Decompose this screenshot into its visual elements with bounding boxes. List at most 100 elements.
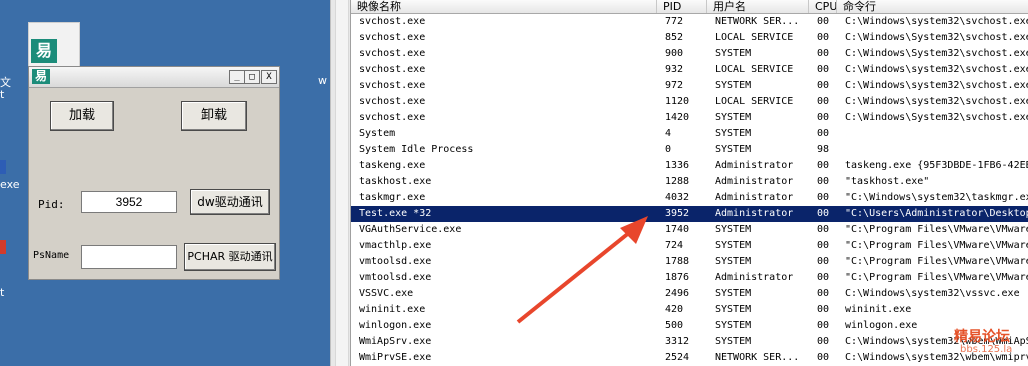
cell-command-line: C:\Windows\System32\svchost.exe [845, 112, 1028, 123]
table-row[interactable]: vmacthlp.exe 724 SYSTEM 00 "C:\Program Files… [351, 238, 1028, 254]
window-titlebar[interactable]: 易 _ □ X [29, 67, 279, 88]
table-row[interactable]: System Idle Process 0 SYSTEM 98 [351, 142, 1028, 158]
cell-cpu: 00 [817, 272, 830, 283]
column-header-username[interactable]: 用户名 [707, 0, 809, 13]
cell-image-name: VGAuthService.exe [359, 224, 462, 235]
cell-cpu: 00 [817, 192, 830, 203]
cell-pid: 3952 [665, 208, 690, 219]
cell-pid: 3312 [665, 336, 690, 347]
minimize-button[interactable]: _ [229, 70, 245, 84]
maximize-button[interactable]: □ [244, 70, 260, 84]
cell-image-name: svchost.exe [359, 16, 426, 27]
cell-cpu: 00 [817, 128, 830, 139]
cell-pid: 852 [665, 32, 684, 43]
cell-username: Administrator [715, 208, 794, 219]
cell-image-name: vmtoolsd.exe [359, 272, 432, 283]
cell-cpu: 00 [817, 288, 830, 299]
column-header-pid[interactable]: PID [657, 0, 707, 13]
cell-image-name: vmacthlp.exe [359, 240, 432, 251]
cell-pid: 1876 [665, 272, 690, 283]
table-row[interactable]: svchost.exe 852 LOCAL SERVICE 00 C:\Windows\… [351, 30, 1028, 46]
cell-cpu: 00 [817, 176, 830, 187]
cell-command-line: taskeng.exe {95F3DBDE-1FB6-42EB [845, 160, 1028, 171]
cell-pid: 4032 [665, 192, 690, 203]
table-row[interactable]: VGAuthService.exe 1740 SYSTEM 00 "C:\Program… [351, 222, 1028, 238]
table-row[interactable]: WmiApSrv.exe 3312 SYSTEM 00 C:\Windows\syste… [351, 334, 1028, 350]
cell-command-line: "C:\Program Files\VMware\VMware [845, 256, 1028, 267]
table-row[interactable]: WmiPrvSE.exe 2524 NETWORK SER... 00 C:\Windo… [351, 350, 1028, 366]
process-list: 映像名称 PID 用户名 CPU 命令行 svchost.exe 772 NETWO… [350, 0, 1028, 366]
cell-image-name: vmtoolsd.exe [359, 256, 432, 267]
load-button[interactable]: 加载 [50, 101, 114, 131]
cell-pid: 772 [665, 16, 684, 27]
process-list-header: 映像名称 PID 用户名 CPU 命令行 [351, 0, 1028, 14]
table-row[interactable]: taskmgr.exe 4032 Administrator 00 "C:\Window… [351, 190, 1028, 206]
cell-command-line [837, 142, 1028, 158]
table-row[interactable]: System 4 SYSTEM 00 [351, 126, 1028, 142]
cell-image-name: taskeng.exe [359, 160, 426, 171]
cell-command-line: C:\Windows\system32\vssvc.exe [845, 288, 1020, 299]
pid-label: Pid: [38, 198, 65, 211]
pid-input[interactable]: 3952 [81, 191, 177, 213]
table-row[interactable]: vmtoolsd.exe 1788 SYSTEM 00 "C:\Program File… [351, 254, 1028, 270]
cell-command-line: "C:\Program Files\VMware\VMware [845, 224, 1028, 235]
dw-driver-comm-button[interactable]: dw驱动通讯 [190, 189, 270, 215]
column-header-cpu[interactable]: CPU [809, 0, 837, 13]
cell-cpu: 00 [817, 96, 830, 107]
cell-pid: 500 [665, 320, 684, 331]
cell-pid: 2496 [665, 288, 690, 299]
cell-command-line: C:\Windows\system32\svchost.exe [845, 64, 1028, 75]
column-header-image-name[interactable]: 映像名称 [351, 0, 657, 13]
cell-username: SYSTEM [715, 240, 752, 251]
cell-command-line: "C:\Program Files\VMware\VMware [845, 240, 1028, 251]
watermark-url: bbs.125.la [960, 344, 1013, 355]
cell-username: SYSTEM [715, 320, 752, 331]
column-header-command-line[interactable]: 命令行 [837, 0, 1028, 13]
cell-image-name: winlogon.exe [359, 320, 432, 331]
table-row[interactable]: svchost.exe 900 SYSTEM 00 C:\Windows\System3… [351, 46, 1028, 62]
cell-pid: 724 [665, 240, 684, 251]
cell-username: SYSTEM [715, 336, 752, 347]
desktop-label-fragment: exe [0, 178, 20, 191]
cell-pid: 2524 [665, 352, 690, 363]
table-row[interactable]: VSSVC.exe 2496 SYSTEM 00 C:\Windows\system32… [351, 286, 1028, 302]
program-desktop-icon[interactable]: 易 [28, 22, 80, 70]
table-row[interactable]: svchost.exe 972 SYSTEM 00 C:\Windows\system3… [351, 78, 1028, 94]
pchar-driver-comm-button[interactable]: PCHAR 驱动通讯 [184, 243, 276, 271]
cell-command-line: C:\Windows\System32\svchost.exe [845, 32, 1028, 43]
cell-command-line: C:\Windows\system32\svchost.exe [845, 96, 1028, 107]
cell-command-line: C:\Windows\System32\svchost.exe [845, 48, 1028, 59]
cell-pid: 1288 [665, 176, 690, 187]
cell-image-name: svchost.exe [359, 80, 426, 91]
cell-cpu: 98 [817, 144, 830, 155]
psname-label: PsName [33, 250, 70, 261]
unload-button[interactable]: 卸载 [181, 101, 247, 131]
app-logo-icon: 易 [32, 69, 50, 84]
cell-username: LOCAL SERVICE [715, 96, 794, 107]
cell-image-name: svchost.exe [359, 96, 426, 107]
table-row[interactable]: winlogon.exe 500 SYSTEM 00 winlogon.exe [351, 318, 1028, 334]
table-row[interactable]: svchost.exe 1420 SYSTEM 00 C:\Windows\System… [351, 110, 1028, 126]
table-row[interactable]: svchost.exe 932 LOCAL SERVICE 00 C:\Windows\… [351, 62, 1028, 78]
psname-input[interactable] [81, 245, 177, 269]
close-button[interactable]: X [261, 70, 277, 84]
table-row[interactable]: taskhost.exe 1288 Administrator 00 "taskhost… [351, 174, 1028, 190]
cell-cpu: 00 [817, 256, 830, 267]
cell-pid: 972 [665, 80, 684, 91]
table-row[interactable]: svchost.exe 1120 LOCAL SERVICE 00 C:\Windows… [351, 94, 1028, 110]
scrollbar[interactable] [335, 0, 349, 366]
table-row[interactable]: svchost.exe 772 NETWORK SER... 00 C:\Windows… [351, 14, 1028, 30]
cell-command-line: wininit.exe [845, 304, 912, 315]
cell-image-name: WmiApSrv.exe [359, 336, 432, 347]
table-row[interactable]: vmtoolsd.exe 1876 Administrator 00 "C:\Progr… [351, 270, 1028, 286]
cell-pid: 4 [665, 128, 672, 139]
cell-username: Administrator [715, 192, 794, 203]
cell-pid: 900 [665, 48, 684, 59]
cell-image-name: taskhost.exe [359, 176, 432, 187]
table-row-selected[interactable]: Test.exe *32 3952 Administrator 00 "C:\Users… [351, 206, 1028, 222]
table-row[interactable]: wininit.exe 420 SYSTEM 00 wininit.exe [351, 302, 1028, 318]
cell-username: LOCAL SERVICE [715, 32, 794, 43]
cell-image-name: WmiPrvSE.exe [359, 352, 432, 363]
table-row[interactable]: taskeng.exe 1336 Administrator 00 taskeng.ex… [351, 158, 1028, 174]
cell-pid: 932 [665, 64, 684, 75]
